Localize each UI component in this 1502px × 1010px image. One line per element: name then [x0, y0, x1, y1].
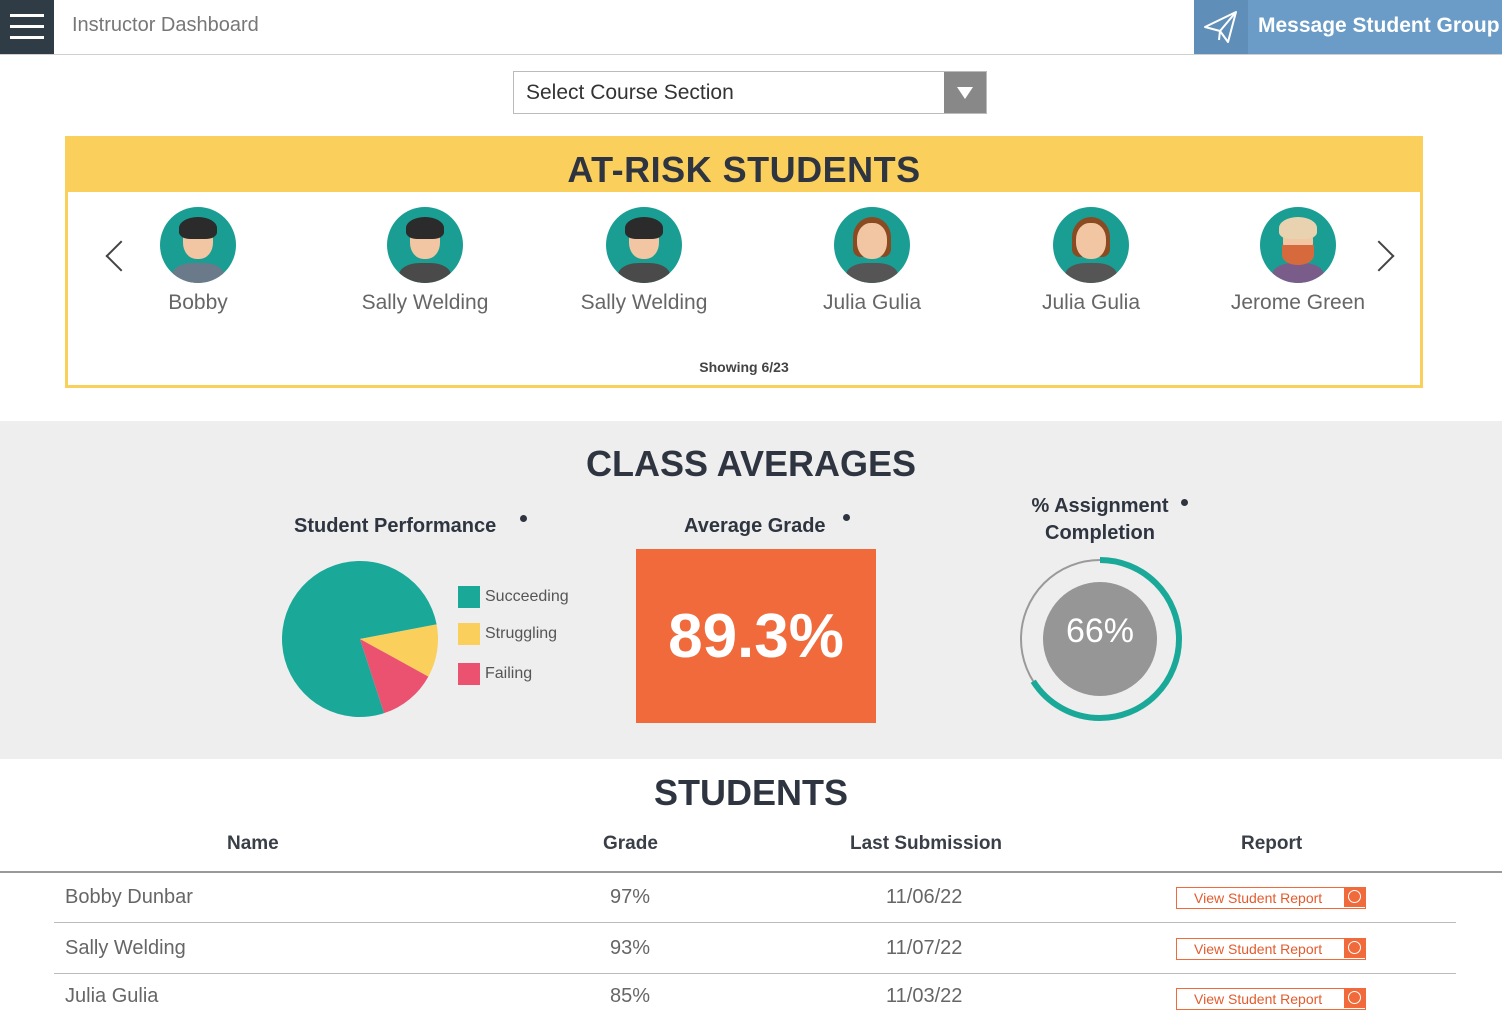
column-header-name[interactable]: Name — [227, 833, 279, 855]
grade-cell: 93% — [610, 937, 651, 959]
legend-label: Failing — [485, 665, 533, 682]
view-student-report-button[interactable]: View Student Report — [1176, 938, 1366, 960]
page-title: Instructor Dashboard — [72, 14, 259, 36]
avatar — [834, 207, 910, 283]
student-name: Sally Welding — [361, 291, 489, 314]
course-select-value: Select Course Section — [526, 81, 734, 104]
report-button-label: View Student Report — [1194, 941, 1323, 957]
report-button-label: View Student Report — [1194, 890, 1323, 906]
column-header-last-submission[interactable]: Last Submission — [850, 833, 1002, 855]
student-name: Julia Gulia — [1041, 291, 1141, 314]
info-icon[interactable] — [520, 515, 527, 522]
menu-button[interactable] — [0, 0, 54, 54]
grade-cell: 97% — [610, 886, 651, 908]
legend-swatch — [458, 663, 480, 685]
average-grade-value: 89.3% — [668, 602, 844, 671]
legend-swatch — [458, 586, 480, 608]
info-icon[interactable] — [1181, 499, 1188, 506]
student-name: Sally Welding — [580, 291, 708, 314]
header-divider — [0, 871, 1502, 873]
last-submission-cell: 11/03/22 — [886, 985, 963, 1007]
legend-label: Struggling — [485, 625, 558, 642]
chevron-circle-right-icon — [1344, 939, 1365, 958]
course-section-select[interactable]: Select Course Section — [513, 71, 987, 114]
student-name-cell[interactable]: Sally Welding — [65, 937, 186, 960]
legend-label: Succeeding — [485, 588, 569, 605]
at-risk-student[interactable]: Sally Welding — [345, 207, 505, 315]
column-header-grade[interactable]: Grade — [603, 833, 658, 855]
student-name-cell[interactable]: Bobby Dunbar — [65, 886, 193, 909]
message-button-label: Message Student Group — [1258, 14, 1500, 37]
paper-plane-icon — [1194, 0, 1248, 54]
row-divider — [54, 973, 1456, 974]
completion-title-line1: % Assignment — [1031, 495, 1169, 517]
performance-pie-chart — [282, 561, 438, 717]
student-name-cell[interactable]: Julia Gulia — [65, 985, 158, 1008]
at-risk-title: AT-RISK STUDENTS — [567, 149, 921, 190]
grade-cell: 85% — [610, 985, 651, 1007]
column-header-report: Report — [1241, 833, 1303, 854]
message-student-group-button[interactable]: Message Student Group — [1194, 0, 1502, 54]
legend-swatch — [458, 623, 480, 645]
assignment-completion-title: % Assignment Completion — [1020, 495, 1180, 545]
at-risk-student[interactable]: Jerome Green — [1218, 207, 1378, 315]
student-name: Bobby — [168, 291, 228, 314]
at-risk-student[interactable]: Bobby — [118, 207, 278, 315]
at-risk-student[interactable]: Julia Gulia — [792, 207, 952, 315]
class-averages-section: CLASS AVERAGES Student Performance Succe… — [0, 421, 1502, 759]
avatar — [160, 207, 236, 283]
chevron-down-icon[interactable] — [944, 72, 986, 113]
row-divider — [54, 922, 1456, 923]
students-title: STUDENTS — [653, 772, 848, 813]
student-name: Julia Gulia — [822, 291, 922, 314]
at-risk-student[interactable]: Julia Gulia — [1011, 207, 1171, 315]
at-risk-panel: AT-RISK STUDENTS Bobby Sally Welding Sal… — [65, 136, 1423, 388]
class-averages-title: CLASS AVERAGES — [585, 443, 917, 484]
view-student-report-button[interactable]: View Student Report — [1176, 887, 1366, 909]
chevron-circle-right-icon — [1344, 888, 1365, 907]
last-submission-cell: 11/07/22 — [886, 937, 963, 959]
avatar — [387, 207, 463, 283]
completion-title-line2: Completion — [1045, 522, 1155, 544]
report-button-label: View Student Report — [1194, 991, 1323, 1007]
avatar — [606, 207, 682, 283]
last-submission-cell: 11/06/22 — [886, 886, 963, 908]
average-grade-tile: 89.3% — [636, 549, 876, 723]
completion-value: 66% — [1065, 612, 1135, 650]
showing-count: Showing 6/23 — [699, 359, 789, 375]
student-performance-title: Student Performance — [294, 515, 497, 537]
student-name: Jerome Green — [1230, 291, 1366, 314]
view-student-report-button[interactable]: View Student Report — [1176, 988, 1366, 1010]
chevron-circle-right-icon — [1344, 989, 1365, 1008]
top-bar: Instructor Dashboard Message Student Gro… — [0, 0, 1502, 55]
avatar — [1053, 207, 1129, 283]
at-risk-student[interactable]: Sally Welding — [564, 207, 724, 315]
at-risk-header: AT-RISK STUDENTS — [68, 139, 1420, 192]
average-grade-title: Average Grade — [684, 515, 826, 537]
avatar — [1260, 207, 1336, 283]
info-icon[interactable] — [843, 514, 850, 521]
